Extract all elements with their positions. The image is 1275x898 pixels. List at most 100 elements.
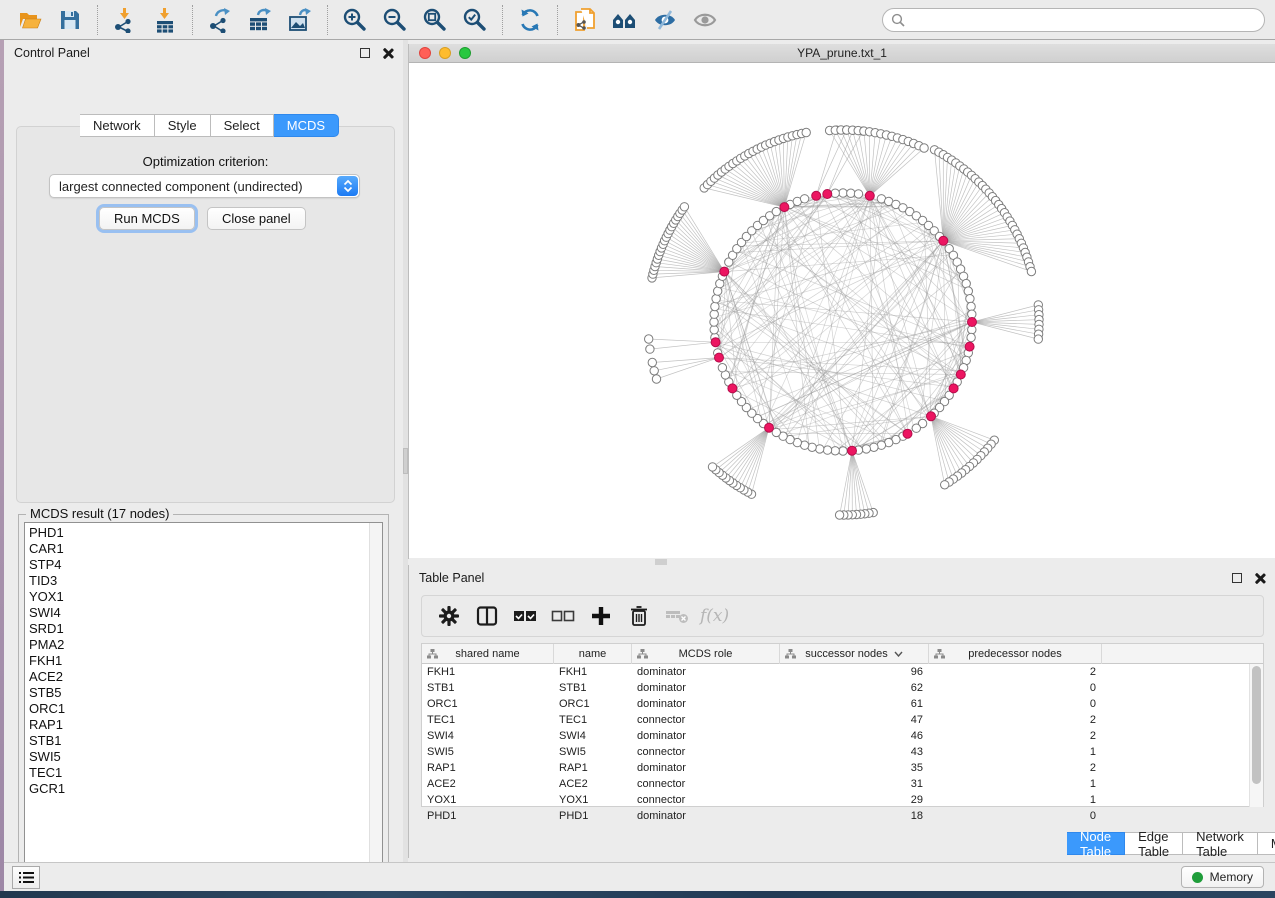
toolbar-separator xyxy=(192,5,193,35)
refresh-icon[interactable] xyxy=(513,5,547,35)
run-mcds-button[interactable]: Run MCDS xyxy=(99,207,195,230)
table-row[interactable]: PHD1 PHD1 dominator 18 0 xyxy=(422,808,1263,824)
delete-column-icon[interactable] xyxy=(624,602,654,630)
control-panel-tab[interactable]: Select xyxy=(211,114,274,137)
mcds-result-item[interactable]: FKH1 xyxy=(29,653,382,669)
share-document-icon[interactable] xyxy=(568,5,602,35)
toolbar-separator xyxy=(327,5,328,35)
table-tab[interactable]: Node Table xyxy=(1067,832,1125,855)
select-all-icon[interactable] xyxy=(510,602,540,630)
save-icon[interactable] xyxy=(53,5,87,35)
mcds-result-item[interactable]: SRD1 xyxy=(29,621,382,637)
list-scrollbar[interactable] xyxy=(369,523,382,871)
table-row[interactable]: RAP1 RAP1 dominator 35 2 xyxy=(422,760,1263,776)
column-type-icon xyxy=(427,649,438,659)
table-row[interactable]: SWI4 SWI4 dominator 46 2 xyxy=(422,728,1263,744)
table-tab[interactable]: Network Table xyxy=(1183,832,1258,855)
open-file-icon[interactable] xyxy=(13,5,47,35)
mcds-result-item[interactable]: ACE2 xyxy=(29,669,382,685)
mcds-result-item[interactable]: TID3 xyxy=(29,573,382,589)
network-window-titlebar[interactable]: YPA_prune.txt_1 xyxy=(409,44,1275,63)
deselect-all-icon[interactable] xyxy=(548,602,578,630)
search-network-icon[interactable] xyxy=(608,5,642,35)
column-header[interactable]: name xyxy=(554,644,632,664)
status-bar: Memory xyxy=(4,862,1275,891)
mcds-result-item[interactable]: GCR1 xyxy=(29,781,382,797)
column-header[interactable]: MCDS role xyxy=(632,644,780,664)
export-network-icon[interactable] xyxy=(203,5,237,35)
column-header[interactable]: shared name xyxy=(422,644,554,664)
zoom-fit-icon[interactable] xyxy=(418,5,452,35)
mcds-result-item[interactable]: TEC1 xyxy=(29,765,382,781)
show-graphics-details-icon[interactable] xyxy=(688,5,722,35)
export-image-icon[interactable] xyxy=(283,5,317,35)
table-header: shared name name MCDS role su xyxy=(422,644,1263,664)
mcds-result-item[interactable]: STP4 xyxy=(29,557,382,573)
close-panel-button[interactable]: Close panel xyxy=(207,207,306,230)
table-row[interactable]: ACE2 ACE2 connector 31 1 xyxy=(422,776,1263,792)
network-search-box[interactable] xyxy=(882,8,1265,32)
table-row[interactable]: STB1 STB1 dominator 62 0 xyxy=(422,680,1263,696)
table-settings-icon[interactable] xyxy=(434,602,464,630)
mcds-result-item[interactable]: SWI5 xyxy=(29,749,382,765)
zoom-in-icon[interactable] xyxy=(338,5,372,35)
table-tabs: Node TableEdge TableNetwork TableMotifs xyxy=(1067,832,1275,855)
close-panel-icon[interactable] xyxy=(382,48,393,59)
mcds-result-item[interactable]: RAP1 xyxy=(29,717,382,733)
float-panel-icon[interactable] xyxy=(360,48,370,58)
mcds-result-item[interactable]: STB5 xyxy=(29,685,382,701)
table-body: FKH1 FKH1 dominator 96 2 STB1 STB1 domin… xyxy=(422,664,1263,824)
list-icon xyxy=(19,871,34,884)
column-type-icon xyxy=(637,649,648,659)
table-scrollbar[interactable] xyxy=(1249,664,1263,807)
table-row[interactable]: ORC1 ORC1 dominator 61 0 xyxy=(422,696,1263,712)
table-row[interactable]: YOX1 YOX1 connector 29 1 xyxy=(422,792,1263,808)
table-row[interactable]: TEC1 TEC1 connector 47 2 xyxy=(422,712,1263,728)
column-header[interactable]: successor nodes xyxy=(780,644,929,664)
control-panel-tab[interactable]: MCDS xyxy=(274,114,339,137)
network-canvas[interactable] xyxy=(409,63,1275,558)
column-type-icon xyxy=(785,649,796,659)
float-panel-icon[interactable] xyxy=(1232,573,1242,583)
export-table-icon[interactable] xyxy=(243,5,277,35)
mcds-result-list[interactable]: PHD1CAR1STP4TID3YOX1SWI4SRD1PMA2FKH1ACE2… xyxy=(24,522,383,872)
table-tab[interactable]: Motifs xyxy=(1258,832,1275,855)
node-table: shared name name MCDS role su xyxy=(421,643,1264,807)
zoom-selected-icon[interactable] xyxy=(458,5,492,35)
table-toolbar: f(x) xyxy=(421,595,1264,637)
close-panel-icon[interactable] xyxy=(1254,573,1265,584)
main-toolbar xyxy=(0,0,1275,40)
mcds-result-item[interactable]: STB1 xyxy=(29,733,382,749)
mcds-result-item[interactable]: CAR1 xyxy=(29,541,382,557)
mcds-result-item[interactable]: PHD1 xyxy=(29,525,382,541)
import-network-icon[interactable] xyxy=(108,5,142,35)
column-header[interactable]: predecessor nodes xyxy=(929,644,1102,664)
criterion-dropdown[interactable]: largest connected component (undirected) xyxy=(49,174,360,198)
control-panel-tab[interactable]: Style xyxy=(155,114,211,137)
zoom-out-icon[interactable] xyxy=(378,5,412,35)
import-table-icon[interactable] xyxy=(148,5,182,35)
add-column-icon[interactable] xyxy=(586,602,616,630)
table-panel: Table Panel f(x) xyxy=(408,565,1275,858)
mcds-result-item[interactable]: ORC1 xyxy=(29,701,382,717)
column-type-icon xyxy=(934,649,945,659)
memory-button[interactable]: Memory xyxy=(1181,866,1264,888)
control-panel: Control Panel NetworkStyleSelectMCDS Opt… xyxy=(4,40,403,862)
network-title: YPA_prune.txt_1 xyxy=(409,46,1275,60)
task-history-button[interactable] xyxy=(12,866,40,889)
mcds-result-item[interactable]: PMA2 xyxy=(29,637,382,653)
scrollbar-thumb[interactable] xyxy=(1252,666,1261,784)
control-panel-tabs: NetworkStyleSelectMCDS xyxy=(80,114,339,137)
search-input[interactable] xyxy=(905,10,1264,30)
table-tab[interactable]: Edge Table xyxy=(1125,832,1183,855)
dropdown-stepper-icon xyxy=(337,176,358,196)
table-row[interactable]: FKH1 FKH1 dominator 96 2 xyxy=(422,664,1263,680)
control-panel-tab[interactable]: Network xyxy=(80,114,155,137)
search-icon xyxy=(891,13,905,27)
show-columns-icon[interactable] xyxy=(472,602,502,630)
mcds-result-item[interactable]: YOX1 xyxy=(29,589,382,605)
table-row[interactable]: SWI5 SWI5 connector 43 1 xyxy=(422,744,1263,760)
toolbar-separator xyxy=(97,5,98,35)
mcds-result-item[interactable]: SWI4 xyxy=(29,605,382,621)
hide-graphics-details-icon[interactable] xyxy=(648,5,682,35)
